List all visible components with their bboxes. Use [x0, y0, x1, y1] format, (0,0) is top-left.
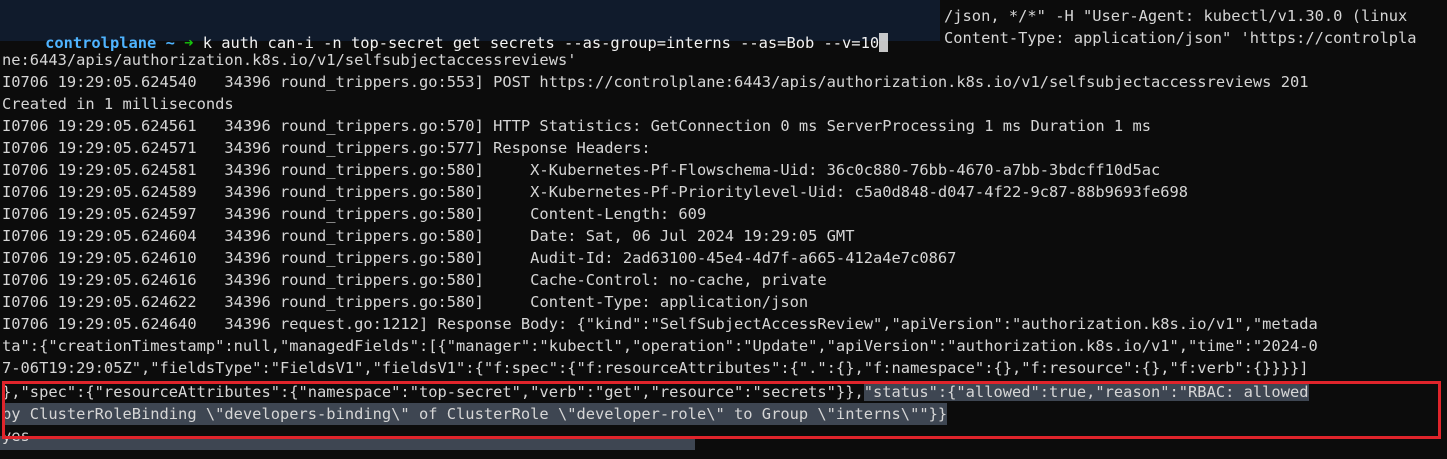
prompt-arrow-icon: ➜: [184, 34, 194, 53]
wrapped-curl-fragment-2: Content-Type: application/json" 'https:/…: [944, 29, 1417, 47]
output-line: I0706 19:29:05.624610 34396 round_trippe…: [2, 249, 957, 267]
output-line: I0706 19:29:05.624589 34396 round_trippe…: [2, 183, 1189, 201]
output-line: 7-06T19:29:05Z","fieldsType":"FieldsV1",…: [2, 359, 1309, 377]
command-prompt[interactable]: controlplane ~ ➜ k auth can-i -n top-sec…: [8, 10, 889, 77]
output-line: I0706 19:29:05.624640 34396 request.go:1…: [2, 315, 1318, 333]
command-result: yes: [2, 427, 30, 445]
output-line: Created in 1 milliseconds: [2, 95, 234, 113]
output-line: I0706 19:29:05.624616 34396 round_trippe…: [2, 271, 827, 289]
output-line: I0706 19:29:05.624561 34396 round_trippe…: [2, 117, 1151, 135]
output-line: I0706 19:29:05.624597 34396 round_trippe…: [2, 205, 707, 223]
output-line: I0706 19:29:05.624581 34396 round_trippe…: [2, 161, 1161, 179]
wrapped-curl-fragment-1: /json, */*" -H "User-Agent: kubectl/v1.3…: [944, 7, 1408, 25]
command-text[interactable]: k auth can-i -n top-secret get secrets -…: [203, 34, 879, 52]
text-cursor: [879, 33, 889, 53]
output-line: I0706 19:29:05.624604 34396 round_trippe…: [2, 227, 855, 245]
prompt-directory: ~: [165, 34, 175, 53]
selection-shade: [0, 436, 695, 450]
terminal-window[interactable]: controlplane ~ ➜ k auth can-i -n top-sec…: [0, 0, 1447, 459]
highlighted-reason-line: by ClusterRoleBinding \"developers-bindi…: [2, 403, 948, 426]
output-line: I0706 19:29:05.624622 34396 round_trippe…: [2, 293, 809, 311]
spec-text: },"spec":{"resourceAttributes":{"namespa…: [2, 383, 864, 401]
highlighted-spec-line: },"spec":{"resourceAttributes":{"namespa…: [2, 381, 1309, 403]
output-line: I0706 19:29:05.624571 34396 round_trippe…: [2, 139, 651, 157]
status-text-selected: "status":{"allowed":true,"reason":"RBAC:…: [863, 383, 1309, 401]
output-line: ta":{"creationTimestamp":null,"managedFi…: [2, 337, 1318, 355]
prompt-hostname: controlplane: [45, 34, 157, 53]
